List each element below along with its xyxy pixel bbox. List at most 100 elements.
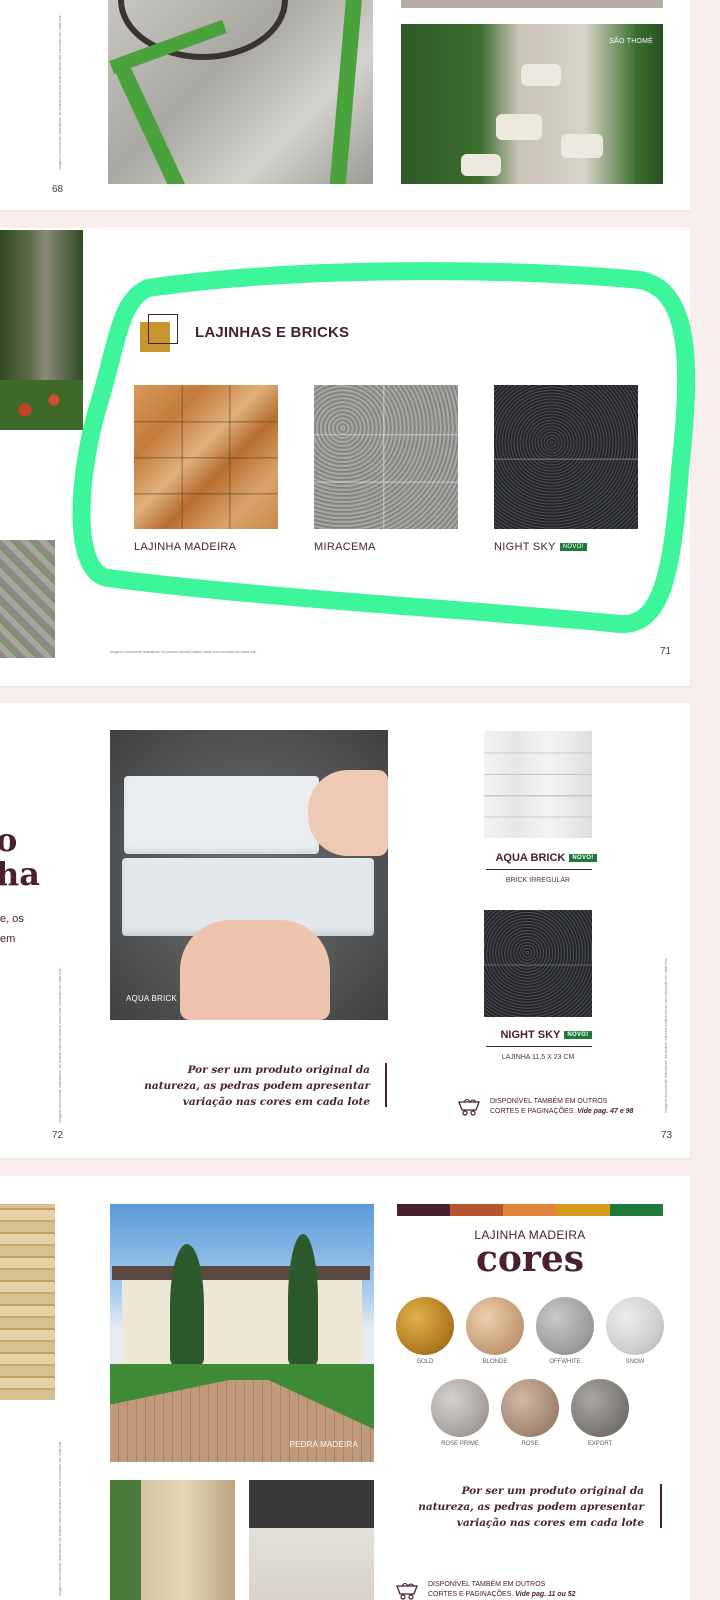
also-available-note: DISPONÍVEL TAMBÉM EM OUTROS CORTES E PAG… [490, 1097, 633, 1117]
stone-wall-photo [0, 1204, 55, 1400]
path-stone [521, 64, 561, 86]
color-swatch-snow[interactable] [606, 1297, 664, 1355]
product-image-miracema[interactable] [314, 385, 458, 529]
product-subtitle: BRICK IRREGULAR [505, 877, 571, 884]
product-name: NIGHT SKY [500, 1029, 561, 1041]
divider-line [486, 869, 592, 870]
new-badge: NOVO! [569, 854, 597, 863]
page-number: 71 [660, 646, 672, 657]
path-stone [496, 114, 542, 140]
stone-cart-icon [396, 1583, 418, 1600]
product-image-night-sky[interactable] [484, 910, 592, 1017]
catalog-page-72-73: o ha e, os em Imagens meramente ilustrat… [0, 703, 690, 1158]
color-swatch-blonde[interactable] [466, 1297, 524, 1355]
new-badge: NOVO! [559, 543, 587, 552]
page-number: 72 [52, 1130, 64, 1141]
page-number: 68 [52, 184, 64, 195]
swatch-label: ROSE PRIME [441, 1441, 479, 1447]
stepping-stone-path-photo: SÃO THOMÉ [401, 24, 663, 184]
colors-heading-big: cores [475, 1238, 585, 1280]
photo-caption: SÃO THOMÉ [609, 38, 653, 45]
section-icon-outline [148, 314, 178, 344]
disclaimer-quote: Por ser um produto original da natureza,… [130, 1062, 370, 1110]
cobblestone-photo [0, 540, 55, 658]
partial-text-line: em [0, 933, 16, 945]
product-name: NIGHT SKY [494, 541, 556, 553]
quote-line: natureza, as pedras podem apresentar [418, 1501, 644, 1513]
path-stone [561, 134, 603, 158]
swatch-label: OFFWHITE [549, 1359, 581, 1365]
color-segment [397, 1204, 451, 1216]
path-stone [461, 154, 501, 176]
quote-bar [385, 1063, 387, 1107]
stone-wall-corridor-photo [110, 1480, 235, 1600]
side-note: Imagens meramente ilustrativas. As pedra… [58, 14, 62, 170]
swatch-label: BLONDE [482, 1359, 508, 1365]
stone-cart-icon [458, 1099, 480, 1116]
product-subtitle: LAJINHA 11,5 X 23 CM [501, 1054, 575, 1061]
color-swatch-rose-prime[interactable] [431, 1379, 489, 1437]
side-note: Imagens meramente ilustrativas. As pedra… [58, 1440, 62, 1596]
photo-caption: AQUA BRICK [126, 994, 177, 1003]
page-reference[interactable]: Vide pag. 47 e 98 [577, 1108, 633, 1115]
catalog-page-68: Imagens meramente ilustrativas. As pedra… [0, 0, 690, 210]
color-segment [609, 1204, 664, 1216]
quote-bar [660, 1484, 662, 1528]
product-name: LAJINHA MADEIRA [134, 541, 237, 553]
roof [112, 1266, 370, 1280]
brick-top [124, 776, 319, 854]
also-line: CORTES E PAGINAÇÕES. [428, 1591, 514, 1598]
product-image-night-sky[interactable] [494, 385, 638, 529]
partial-title-line: ha [0, 855, 40, 893]
partial-title: o ha [0, 823, 40, 891]
swatch-label: SNOW [625, 1359, 645, 1365]
house-photo: PEDRA MADEIRA [110, 1204, 374, 1462]
product-image-aqua-brick[interactable] [484, 731, 592, 838]
partial-title-line: o [0, 821, 18, 859]
color-segment [556, 1204, 610, 1216]
page-number: 73 [661, 1130, 673, 1141]
catalog-page-74-75: Imagens meramente ilustrativas. As pedra… [0, 1176, 690, 1600]
quote-line: variação nas cores em cada lote [182, 1096, 370, 1108]
color-segment [503, 1204, 557, 1216]
color-swatch-gold[interactable] [396, 1297, 454, 1355]
tree-trunk-photo [0, 230, 83, 430]
product-name: MIRACEMA [314, 541, 376, 553]
new-badge: NOVO! [564, 1031, 592, 1040]
product-name-with-badge: NIGHT SKY NOVO! [494, 541, 587, 553]
cypress-tree [288, 1234, 318, 1368]
product-name-with-badge: NIGHT SKY NOVO! [484, 1029, 608, 1041]
swatch-label: GOLD [416, 1359, 434, 1365]
disclaimer-quote: Por ser um produto original da natureza,… [404, 1483, 644, 1531]
also-line: DISPONÍVEL TAMBÉM EM OUTROS [428, 1581, 546, 1588]
color-swatch-rose[interactable] [501, 1379, 559, 1437]
color-swatch-offwhite[interactable] [536, 1297, 594, 1355]
also-line: CORTES E PAGINAÇÕES. [490, 1108, 576, 1115]
aqua-brick-hands-photo: AQUA BRICK [110, 730, 388, 1020]
flowers [0, 380, 83, 430]
footnote: Imagens meramente ilustrativas. As pedra… [110, 650, 257, 654]
grass-strip [329, 0, 363, 184]
partial-text: e, os em [0, 909, 24, 949]
brand-color-bar [397, 1204, 664, 1216]
product-image-lajinha-madeira[interactable] [134, 385, 278, 529]
cypress-tree [170, 1244, 204, 1368]
color-swatch-export[interactable] [571, 1379, 629, 1437]
product-name-with-badge: AQUA BRICK NOVO! [484, 852, 608, 864]
quote-line: Por ser um produto original da [461, 1485, 644, 1497]
quote-line: Por ser um produto original da [187, 1064, 370, 1076]
product-name: AQUA BRICK [495, 852, 566, 864]
photo-caption: PEDRA MADEIRA [289, 1440, 358, 1449]
also-line: DISPONÍVEL TAMBÉM EM OUTROS [490, 1098, 608, 1105]
divider-line [486, 1046, 592, 1047]
swatch-label: ROSE [521, 1441, 539, 1447]
paved-courtyard-photo [249, 1480, 374, 1600]
page-reference[interactable]: Vide pag. 11 ou 52 [515, 1591, 575, 1598]
quote-line: variação nas cores em cada lote [456, 1517, 644, 1529]
hand-right [308, 770, 388, 856]
section-title: LAJINHAS E BRICKS [195, 324, 350, 341]
also-available-note: DISPONÍVEL TAMBÉM EM OUTROS CORTES E PAG… [428, 1580, 576, 1600]
swatch-label: EXPORT [587, 1441, 613, 1447]
color-segment [450, 1204, 504, 1216]
catalog-page-71: LAJINHAS E BRICKS LAJINHA MADEIRA MIRACE… [0, 228, 690, 686]
